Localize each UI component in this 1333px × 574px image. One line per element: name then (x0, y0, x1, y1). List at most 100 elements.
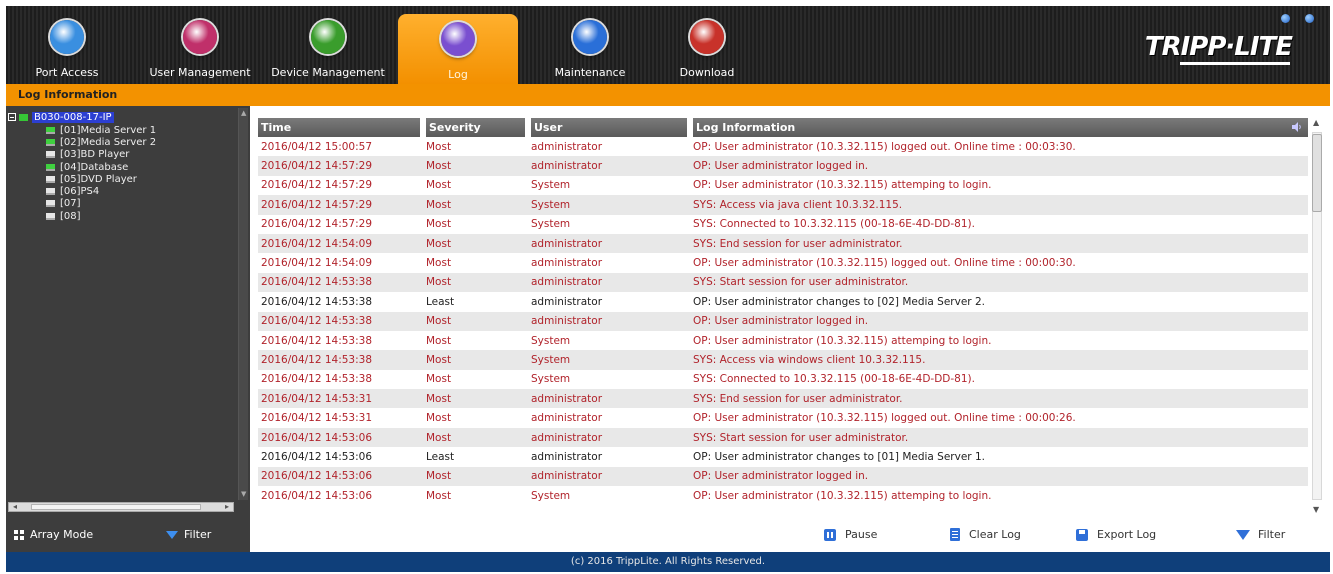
column-header-user[interactable]: User (528, 118, 693, 137)
table-row[interactable]: 2016/04/12 14:53:06 Most administrator OP: … (258, 466, 1308, 487)
tab-user-management[interactable]: User Management (144, 6, 256, 84)
cell-time: 2016/04/12 14:53:31 (258, 408, 423, 428)
scroll-left-icon[interactable]: ◂ (13, 502, 17, 511)
cell-severity: Most (423, 156, 528, 176)
monitor-icon (46, 151, 55, 159)
filter-icon (1236, 529, 1250, 540)
table-row[interactable]: 2016/04/12 14:53:06 Most administrator SYS:… (258, 427, 1308, 448)
table-row[interactable]: 2016/04/12 14:53:31 Most administrator OP: … (258, 408, 1308, 428)
tab-device-management[interactable]: Device Management (268, 6, 388, 84)
log-table: Time Severity User Log Information 2016/… (258, 118, 1308, 506)
cell-time: 2016/04/12 14:54:09 (258, 233, 423, 254)
tree-horizontal-scrollbar[interactable]: ◂ ▸ (8, 502, 234, 512)
tree-port-item[interactable]: [01]Media Server 1 (8, 124, 234, 136)
cell-time: 2016/04/12 14:53:06 (258, 486, 423, 506)
pause-button[interactable]: Pause (824, 528, 877, 541)
array-mode-button[interactable]: Array Mode (14, 528, 93, 541)
column-header-log-information[interactable]: Log Information (690, 118, 1308, 137)
cell-info: SYS: Connected to 10.3.32.115 (00-18-6E-… (690, 369, 1308, 390)
tab-label: Log (448, 68, 468, 81)
cell-user: administrator (528, 292, 690, 312)
cell-severity: Most (423, 408, 528, 428)
table-row[interactable]: 2016/04/12 14:57:29 Most administrator OP: … (258, 156, 1308, 176)
top-navigation-bar: Port Access User Management Device Managem… (6, 6, 1330, 84)
cell-user: administrator (528, 311, 690, 331)
window-button-icon[interactable] (1281, 14, 1290, 23)
cell-time: 2016/04/12 14:53:38 (258, 369, 423, 390)
tab-download[interactable]: Download (666, 6, 748, 84)
scroll-thumb[interactable] (1312, 134, 1322, 212)
cell-severity: Most (423, 195, 528, 215)
clear-log-button[interactable]: Clear Log (950, 528, 1021, 541)
tree-port-item[interactable]: [08] (8, 210, 234, 222)
table-row[interactable]: 2016/04/12 14:57:29 Most System SYS: Connec… (258, 214, 1308, 234)
cell-info: OP: User administrator (10.3.32.115) log… (690, 253, 1308, 273)
table-row[interactable]: 2016/04/12 15:00:57 Most administrator OP: … (258, 137, 1308, 157)
tree-footer: Array Mode Filter (6, 516, 250, 552)
cell-user: administrator (528, 253, 690, 273)
tab-maintenance[interactable]: Maintenance (536, 6, 644, 84)
cell-info: OP: User administrator logged in. (690, 466, 1308, 487)
speaker-icon[interactable] (1292, 122, 1302, 132)
cell-info: SYS: End session for user administrator. (690, 389, 1308, 409)
tree-root[interactable]: B030-008-17-IP (8, 110, 234, 124)
table-row[interactable]: 2016/04/12 14:53:38 Least administrator OP:… (258, 292, 1308, 312)
monitor-icon (46, 163, 55, 171)
scroll-down-icon[interactable]: ▼ (241, 491, 246, 498)
table-row[interactable]: 2016/04/12 14:57:29 Most System OP: User ad… (258, 175, 1308, 196)
clear-log-label: Clear Log (969, 528, 1021, 541)
tree-port-item[interactable]: [02]Media Server 2 (8, 136, 234, 148)
cell-info: OP: User administrator (10.3.32.115) att… (690, 175, 1308, 196)
scroll-down-icon[interactable]: ▼ (1313, 505, 1319, 514)
device-icon (19, 113, 28, 121)
tree-port-item[interactable]: [03]BD Player (8, 149, 234, 161)
tree-port-item[interactable]: [07] (8, 198, 234, 210)
window-button-icon[interactable] (1305, 14, 1314, 23)
maintenance-icon (573, 20, 607, 54)
table-row[interactable]: 2016/04/12 14:53:06 Least administrator OP:… (258, 447, 1308, 467)
scroll-right-icon[interactable]: ▸ (225, 502, 229, 511)
user-management-icon (183, 20, 217, 54)
column-header-severity[interactable]: Severity (423, 118, 531, 137)
collapse-icon[interactable] (8, 113, 16, 121)
table-row[interactable]: 2016/04/12 14:53:38 Most System OP: User ad… (258, 330, 1308, 351)
tree-filter-button[interactable]: Filter (166, 528, 211, 541)
tree-port-item[interactable]: [04]Database (8, 161, 234, 173)
export-log-button[interactable]: Export Log (1076, 528, 1156, 541)
table-row[interactable]: 2016/04/12 14:54:09 Most administrator SYS:… (258, 233, 1308, 254)
scroll-up-icon[interactable]: ▲ (1313, 118, 1319, 127)
cell-info: SYS: Access via windows client 10.3.32.1… (690, 350, 1308, 370)
table-row[interactable]: 2016/04/12 14:53:38 Most System SYS: Connec… (258, 369, 1308, 390)
cell-severity: Most (423, 389, 528, 409)
cell-user: administrator (528, 408, 690, 428)
table-row[interactable]: 2016/04/12 14:53:31 Most administrator SYS:… (258, 389, 1308, 409)
scroll-thumb[interactable] (31, 504, 201, 510)
cell-user: System (528, 195, 690, 215)
port-access-icon (50, 20, 84, 54)
tab-port-access[interactable]: Port Access (28, 6, 106, 84)
tree-port-item[interactable]: [05]DVD Player (8, 173, 234, 185)
cell-info: OP: User administrator changes to [01] M… (690, 447, 1308, 467)
cell-user: System (528, 350, 690, 370)
cell-user: administrator (528, 272, 690, 293)
log-filter-button[interactable]: Filter (1236, 528, 1285, 541)
cell-user: administrator (528, 447, 690, 467)
scroll-up-icon[interactable]: ▲ (241, 110, 246, 117)
cell-severity: Most (423, 311, 528, 331)
cell-time: 2016/04/12 14:53:38 (258, 272, 423, 293)
table-row[interactable]: 2016/04/12 14:54:09 Most administrator OP: … (258, 253, 1308, 273)
tab-label: Maintenance (554, 66, 626, 79)
table-header-row: Time Severity User Log Information (258, 118, 1308, 137)
column-header-time[interactable]: Time (258, 118, 426, 137)
log-vertical-scrollbar[interactable]: ▲ ▼ (1310, 118, 1324, 514)
cell-user: System (528, 369, 690, 390)
table-row[interactable]: 2016/04/12 14:53:38 Most System SYS: Access… (258, 350, 1308, 370)
cell-info: OP: User administrator logged in. (690, 156, 1308, 176)
tab-log[interactable]: Log (398, 14, 518, 84)
tree-port-item[interactable]: [06]PS4 (8, 185, 234, 197)
tree-vertical-scrollbar[interactable]: ▲ ▼ (238, 108, 248, 500)
table-row[interactable]: 2016/04/12 14:53:38 Most administrator SYS:… (258, 272, 1308, 293)
table-row[interactable]: 2016/04/12 14:53:38 Most administrator OP: … (258, 311, 1308, 331)
table-row[interactable]: 2016/04/12 14:57:29 Most System SYS: Access… (258, 195, 1308, 215)
table-row[interactable]: 2016/04/12 14:53:06 Most System OP: User ad… (258, 486, 1308, 506)
